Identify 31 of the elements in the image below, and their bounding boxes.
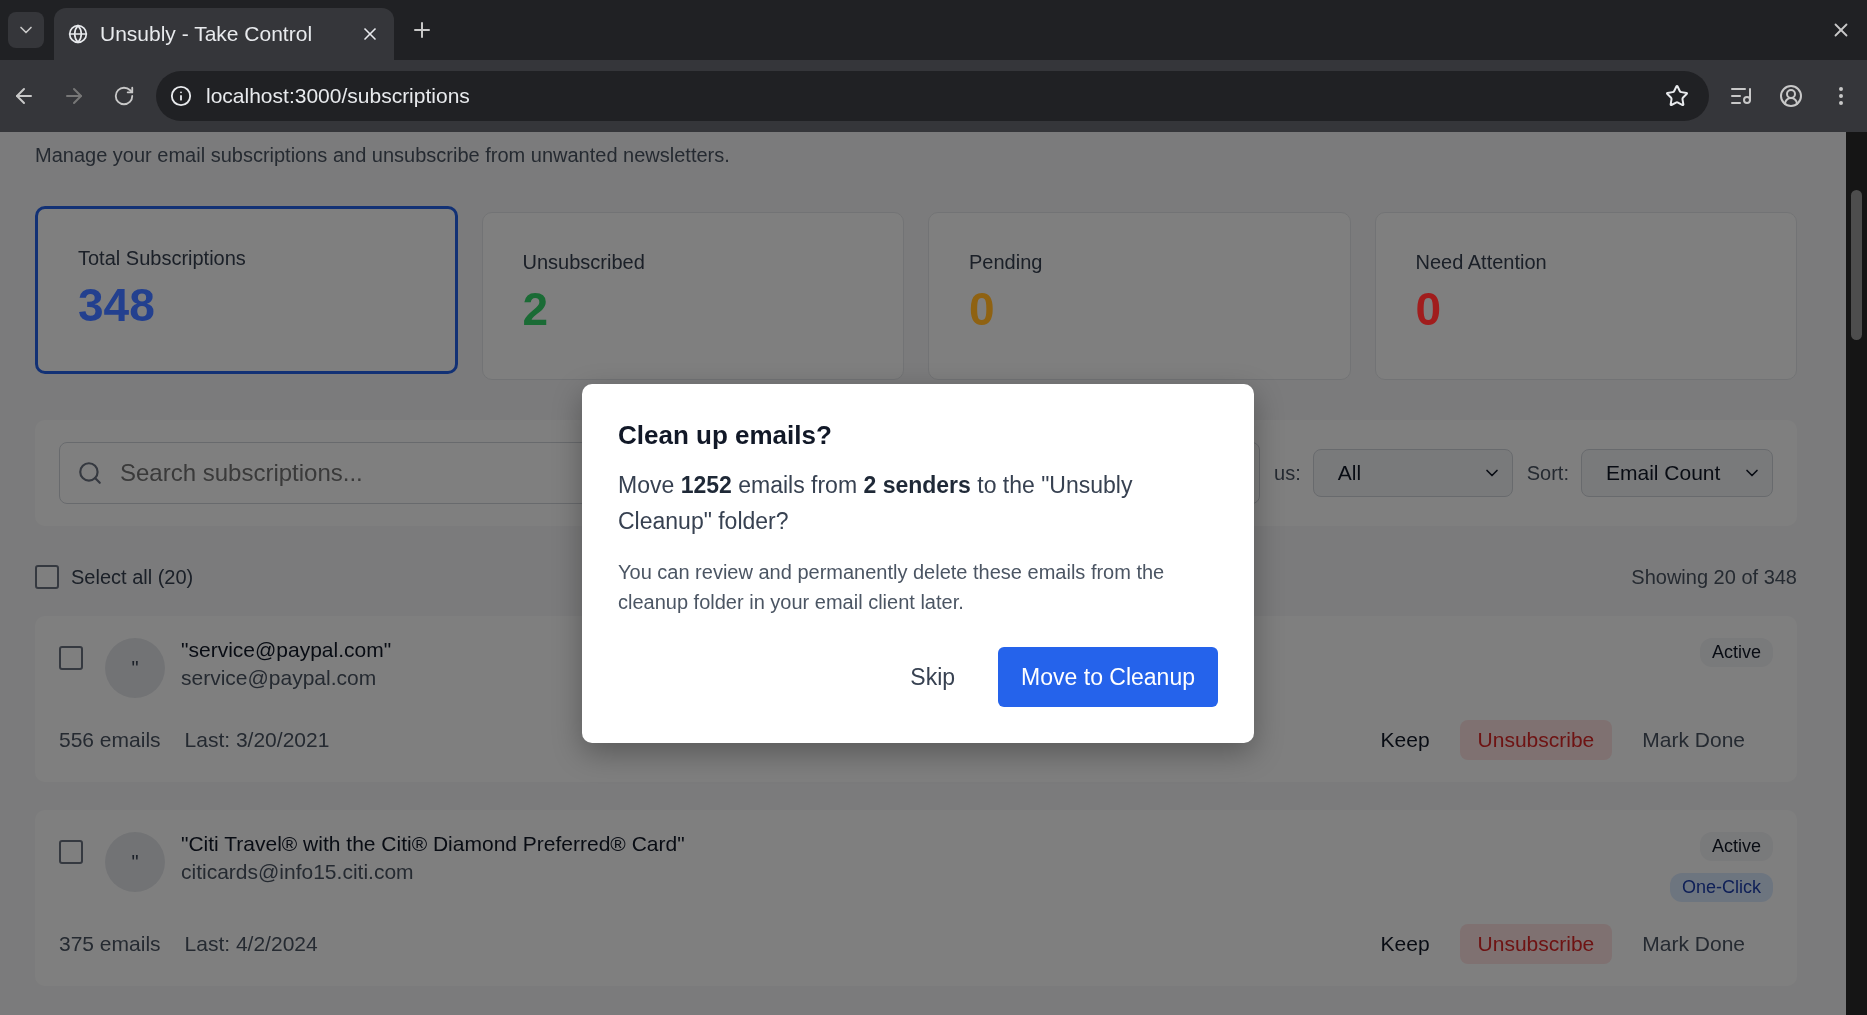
- email-count: 375 emails: [59, 932, 161, 956]
- dialog-note: You can review and permanently delete these emails from the cleanup folder in your email client later.: [618, 560, 1166, 615]
- email-count: 556 emails: [59, 728, 161, 752]
- filter-label: us:: [1274, 461, 1301, 485]
- avatar: ": [105, 832, 165, 892]
- filter-label: Sort:: [1526, 461, 1569, 485]
- status-badge: Active: [1699, 832, 1773, 861]
- showing-count: Showing 20 of 348: [1631, 565, 1797, 589]
- stat-value: 0: [969, 282, 995, 336]
- sender-email: citicards@info15.citi.com: [181, 860, 414, 884]
- stat-value: 2: [522, 282, 549, 336]
- stat-label: Unsubscribed: [522, 251, 646, 274]
- stat-label: Need Attention: [1415, 251, 1548, 274]
- sender-name: "service@paypal.com": [181, 638, 392, 662]
- avatar: ": [105, 638, 165, 698]
- sender-name: "Citi Travel® with the Citi® Diamond Preferred® Card": [181, 832, 685, 856]
- select-all-label: Select all (20): [71, 565, 194, 589]
- sender-email: service@paypal.com: [181, 666, 377, 690]
- dialog-title: Clean up emails?: [618, 420, 833, 451]
- stat-value: 0: [1415, 282, 1442, 336]
- dialog-message: Move 1252 emails from 2 senders to the "Unsubly Cleanup" folder?: [618, 471, 1134, 536]
- stat-value: 348: [78, 278, 155, 332]
- page-subtitle: Manage your email subscriptions and unsubscribe from unwanted newsletters.: [35, 144, 731, 168]
- method-badge: One-Click: [1670, 873, 1773, 902]
- tab-title: Unsubly - Take Control: [100, 22, 314, 46]
- last-date: Last: 4/2/2024: [184, 932, 318, 956]
- stat-label: Total Subscriptions: [78, 247, 247, 270]
- url-text: localhost:3000/subscriptions: [206, 84, 471, 108]
- stat-label: Pending: [969, 251, 1044, 274]
- last-date: Last: 3/20/2021: [184, 728, 330, 752]
- status-badge: Active: [1699, 638, 1773, 667]
